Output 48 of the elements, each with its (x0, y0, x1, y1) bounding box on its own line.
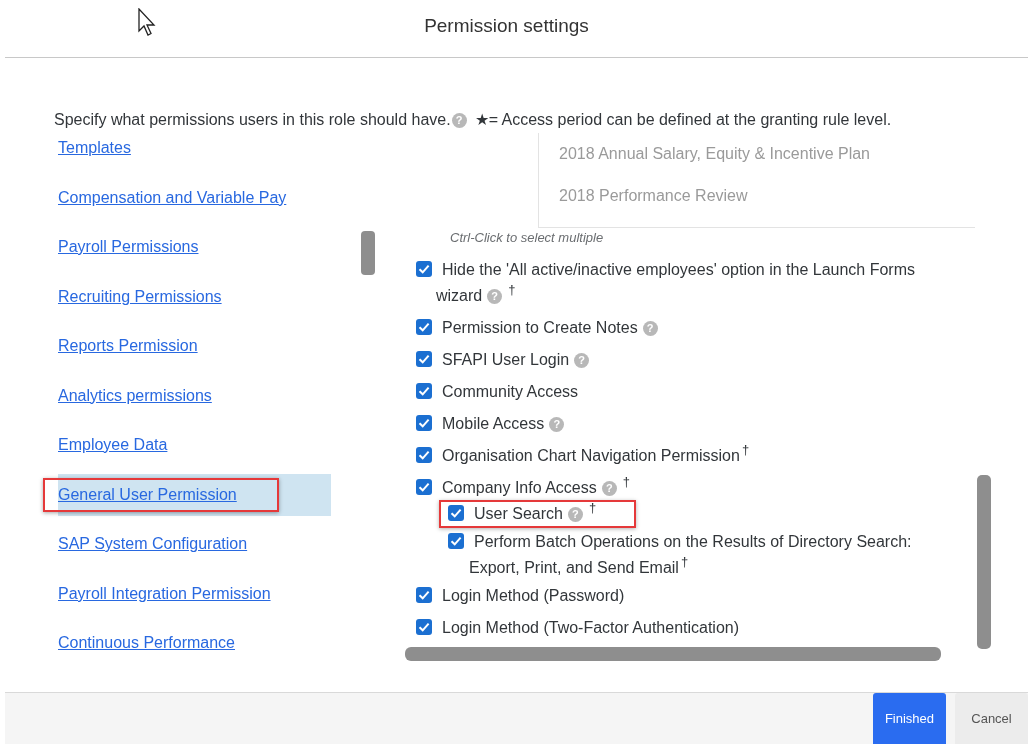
nav-link[interactable]: Payroll Permissions (58, 238, 199, 256)
nav-link[interactable]: Templates (58, 139, 131, 157)
finished-button[interactable]: Finished (873, 693, 946, 744)
checkbox[interactable] (416, 351, 432, 367)
permission-option[interactable]: Organisation Chart Navigation Permission$^{†}$ (416, 443, 946, 469)
dagger-mark: † (680, 554, 689, 569)
permission-option[interactable]: Perform Batch Operations on the Results of Directory Search: Export, Print, and Send Email$^{†}$ (448, 529, 948, 581)
nav-link[interactable]: SAP System Configuration (58, 535, 248, 553)
cursor-icon (138, 8, 158, 36)
permission-option[interactable]: Mobile Access ? (416, 411, 946, 437)
access-legend: ★= Access period can be defined at the granting rule level. (474, 111, 892, 128)
checkbox[interactable] (416, 479, 432, 495)
intro-text: Specify what permissions users in this role should have. (54, 111, 451, 128)
checkbox[interactable] (416, 619, 432, 635)
scrollbar-thumb[interactable] (405, 647, 941, 661)
nav-link[interactable]: Payroll Integration Permission (58, 584, 271, 603)
checkbox[interactable] (416, 261, 432, 277)
permission-option[interactable]: Login Method (Password) (416, 583, 946, 609)
plan-option[interactable]: 2018 Annual Salary, Equity & Incentive Plan (559, 133, 975, 175)
nav-link[interactable]: Reports Permission (58, 337, 198, 355)
cancel-button[interactable]: Cancel (955, 693, 1028, 744)
nav-link[interactable]: General User Permission (58, 485, 237, 504)
nav-link[interactable]: Recruiting Permissions (58, 287, 222, 306)
hint-text: Ctrl-Click to select multiple (450, 230, 605, 246)
scrollbar-thumb[interactable] (361, 231, 375, 275)
checkbox[interactable] (448, 505, 464, 521)
plan-option[interactable]: 2018 Performance Review (559, 175, 975, 217)
permission-option[interactable]: Permission to Create Notes ? (416, 315, 946, 341)
checkbox[interactable] (416, 415, 432, 431)
checkbox[interactable] (448, 533, 464, 549)
checkbox[interactable] (416, 383, 432, 399)
dagger-mark: † (508, 282, 516, 297)
dagger-mark: † (622, 474, 630, 489)
nav-link[interactable]: Employee Data (58, 436, 168, 454)
dagger-mark: † (588, 500, 597, 515)
permission-option[interactable]: Community Access (416, 379, 946, 405)
nav-link[interactable]: Continuous Performance (58, 634, 235, 652)
scrollbar-thumb[interactable] (977, 475, 991, 649)
checkbox[interactable] (416, 319, 432, 335)
nav-link[interactable]: Compensation and Variable Pay (58, 188, 287, 207)
dialog-title: Permission settings (424, 14, 589, 38)
nav-link[interactable]: Analytics permissions (58, 386, 212, 405)
dagger-mark: † (741, 442, 750, 457)
checkbox[interactable] (416, 447, 432, 463)
plan-listbox[interactable]: 2018 Annual Salary, Equity & Incentive Plan 2018 Performance Review (538, 133, 975, 228)
permission-option[interactable]: SFAPI User Login ? (416, 347, 946, 373)
checkbox[interactable] (416, 587, 432, 603)
permission-option[interactable]: Login Method (Two-Factor Authentication) (416, 615, 946, 641)
